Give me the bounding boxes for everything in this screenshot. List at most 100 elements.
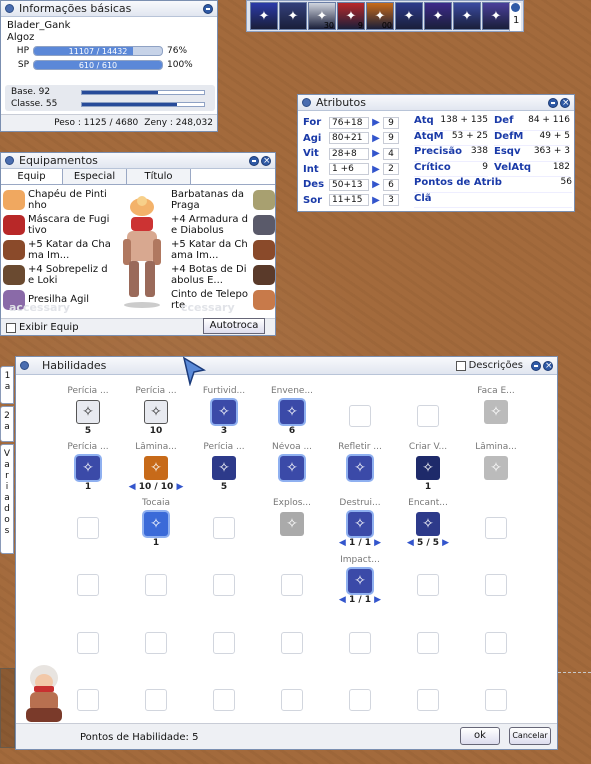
empty-skill-slot	[281, 632, 303, 654]
stat-increase-arrow-icon[interactable]: ▶	[369, 164, 383, 175]
tab-special[interactable]: Especial	[63, 169, 127, 184]
skill-level-down-arrow-icon[interactable]: ◀	[407, 538, 414, 548]
enchant-icon[interactable]: ✧	[416, 512, 440, 536]
skill-tab-2a[interactable]: 2a	[0, 406, 14, 442]
empty-skill-slot	[417, 689, 439, 711]
tab-equip[interactable]: Equip	[1, 169, 63, 184]
sp-value: 610 / 610	[78, 61, 118, 70]
hiding-icon[interactable]: ✧	[212, 400, 236, 424]
close-icon[interactable]	[261, 155, 271, 166]
red-potion-icon: ✦	[345, 8, 357, 24]
hp-bar: 11107 / 14432	[33, 46, 163, 56]
stat-points: 3	[383, 194, 399, 207]
skill-level-down-arrow-icon[interactable]: ◀	[339, 538, 346, 548]
minimize-icon[interactable]	[548, 97, 558, 108]
skill-name: Furtivid...	[202, 386, 246, 396]
equip-item-name: Chapéu de Pintinho	[28, 188, 107, 211]
equip-slot[interactable]: +4 Sobrepeliz de Loki	[3, 262, 111, 287]
hotbar: ✦ ✦ ✦ 30 ✦ 9 ✦ 00 ✦ ✦ ✦ ✦ 1	[246, 0, 524, 32]
lefthand-mastery-icon[interactable]: ✧	[76, 456, 100, 480]
minimize-icon[interactable]	[203, 3, 213, 14]
impact-icon[interactable]: ✧	[348, 569, 372, 593]
katar-skill-icon[interactable]: ✧	[212, 456, 236, 480]
ambush-icon[interactable]: ✧	[144, 512, 168, 536]
equip-slot[interactable]: +5 Katar da Chama Im...	[3, 237, 111, 262]
minimize-icon[interactable]	[531, 360, 541, 371]
empty-skill-slot	[485, 517, 507, 539]
skill-tab-1a[interactable]: 1a	[0, 366, 14, 404]
skill-name: Lâmina...	[135, 442, 177, 452]
hotbar-slot[interactable]: ✦ 9	[337, 2, 365, 30]
skill-level-down-arrow-icon[interactable]: ◀	[129, 482, 136, 492]
equip-slot[interactable]: Chapéu de Pintinho	[3, 187, 111, 212]
minimize-icon[interactable]	[249, 155, 259, 166]
stat-increase-arrow-icon[interactable]: ▶	[369, 148, 383, 159]
fugitive-mask-icon	[3, 214, 25, 235]
autotroca-button[interactable]: Autotroca	[203, 318, 265, 334]
create-venom-icon[interactable]: ✧	[416, 456, 440, 480]
derived-stat-name: Clã	[414, 192, 432, 204]
equipment-titlebar[interactable]: Equipamentos	[1, 153, 275, 169]
empty-skill-slot	[417, 574, 439, 596]
hotbar-slot[interactable]: ✦ 00	[366, 2, 394, 30]
stat-increase-arrow-icon[interactable]: ▶	[369, 117, 383, 128]
blade-icon[interactable]: ✧	[484, 456, 508, 480]
equip-item-name: +4 Sobrepeliz de Loki	[28, 263, 108, 286]
ok-button[interactable]: ok	[460, 727, 500, 745]
empty-skill-slot	[77, 689, 99, 711]
equip-slot[interactable]: +5 Katar da Chama Im...	[171, 237, 275, 262]
hotbar-close-icon[interactable]	[511, 3, 520, 12]
equip-slot[interactable]: +4 Botas de Diabolus E...	[171, 262, 275, 287]
skill-level-down-arrow-icon[interactable]: ◀	[339, 595, 346, 605]
hotbar-slot[interactable]: ✦	[482, 2, 510, 30]
meteor-assault-icon: ✦	[287, 8, 299, 24]
close-icon[interactable]	[543, 360, 553, 371]
basic-info-titlebar[interactable]: Informações básicas	[1, 1, 217, 17]
hotbar-slot[interactable]: ✦	[279, 2, 307, 30]
skill-name: Criar V...	[408, 442, 448, 452]
stat-name: Int	[303, 163, 319, 175]
derived-stat-name: Atq	[414, 115, 434, 126]
skills-titlebar[interactable]: Habilidades Descrições	[16, 357, 557, 375]
katar-mastery-icon[interactable]: ✧	[76, 400, 100, 424]
destroy-icon[interactable]: ✧	[348, 512, 372, 536]
skill-level-up-arrow-icon[interactable]: ▶	[374, 595, 381, 605]
empty-skill-slot	[417, 632, 439, 654]
attributes-titlebar[interactable]: Atributos	[298, 95, 574, 111]
envenom-icon[interactable]: ✧	[280, 400, 304, 424]
close-icon[interactable]	[560, 97, 570, 108]
poison-react-icon[interactable]: ✧	[280, 456, 304, 480]
skill-level-up-arrow-icon[interactable]: ▶	[176, 482, 183, 492]
stat-increase-arrow-icon[interactable]: ▶	[369, 133, 383, 144]
skill-name: Destrui...	[339, 498, 381, 508]
descriptions-checkbox[interactable]	[455, 360, 466, 371]
empty-skill-slot	[213, 574, 235, 596]
derived-stat-name: VelAtq	[494, 161, 532, 173]
skill-level-up-arrow-icon[interactable]: ▶	[374, 538, 381, 548]
hotbar-slot[interactable]: ✦	[453, 2, 481, 30]
hotbar-slot[interactable]: ✦	[250, 2, 278, 30]
hotbar-slot[interactable]: ✦	[424, 2, 452, 30]
derived-stat-name: Precisão	[414, 146, 462, 157]
weight-value: Peso : 1125 / 4680	[54, 118, 139, 128]
stat-increase-arrow-icon[interactable]: ▶	[369, 195, 383, 206]
show-equip-checkbox[interactable]	[6, 322, 16, 333]
throw-knife-icon[interactable]: ✧	[484, 400, 508, 424]
explosion-icon[interactable]: ✧	[280, 512, 304, 536]
righthand-mastery-icon[interactable]: ✧	[144, 400, 168, 424]
skill-level: 5	[220, 482, 228, 492]
equip-slot[interactable]: +4 Armadura de Diabolus	[171, 212, 275, 237]
cancel-button[interactable]: Cancelar	[509, 727, 551, 745]
stat-increase-arrow-icon[interactable]: ▶	[369, 179, 383, 190]
sonic-blow-icon[interactable]: ✧	[144, 456, 168, 480]
skill-level-up-arrow-icon[interactable]: ▶	[442, 538, 449, 548]
equip-slot[interactable]: Barbatanas da Praga	[171, 187, 275, 212]
reflect-icon[interactable]: ✧	[348, 456, 372, 480]
stat-value: 11+15	[329, 194, 369, 207]
equip-slot[interactable]: Máscara de Fugitivo	[3, 212, 111, 237]
hotbar-slot[interactable]: ✦ 30	[308, 2, 336, 30]
skill-name: Envene...	[270, 386, 314, 396]
skill-tab-variados[interactable]: Variados	[0, 444, 14, 554]
tab-title[interactable]: Título	[127, 169, 191, 184]
hotbar-slot[interactable]: ✦	[395, 2, 423, 30]
